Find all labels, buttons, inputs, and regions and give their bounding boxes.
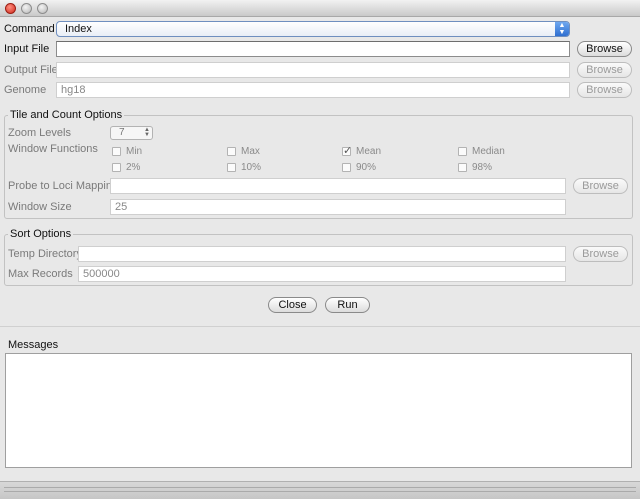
window-functions-label: Window Functions bbox=[8, 143, 98, 155]
input-file-label: Input File bbox=[4, 43, 50, 55]
min-checkbox[interactable] bbox=[112, 147, 121, 156]
mean-label: Mean bbox=[356, 146, 382, 157]
genome-label: Genome bbox=[4, 84, 47, 96]
mean-checkbox[interactable] bbox=[342, 144, 352, 157]
close-window-icon[interactable] bbox=[5, 3, 16, 14]
messages-label: Messages bbox=[8, 339, 59, 351]
tile-count-options-title: Tile and Count Options bbox=[8, 109, 125, 122]
p90-label: 90% bbox=[356, 162, 377, 173]
max-checkbox[interactable] bbox=[227, 147, 236, 156]
p90-checkbox[interactable] bbox=[342, 163, 351, 172]
output-file-field[interactable] bbox=[56, 62, 570, 78]
input-file-field[interactable] bbox=[56, 41, 570, 57]
probe-mapping-label: Probe to Loci Mapping bbox=[8, 180, 119, 192]
divider bbox=[0, 326, 640, 327]
p2-label: 2% bbox=[126, 162, 141, 173]
temp-directory-browse-button[interactable]: Browse bbox=[573, 246, 628, 262]
genome-field[interactable]: hg18 bbox=[56, 82, 570, 98]
p10-checkbox[interactable] bbox=[227, 163, 236, 172]
temp-directory-field[interactable] bbox=[78, 246, 566, 262]
p2-checkbox[interactable] bbox=[112, 163, 121, 172]
max-records-field[interactable]: 500000 bbox=[78, 266, 566, 282]
median-label: Median bbox=[472, 146, 505, 157]
temp-directory-label: Temp Directory bbox=[8, 248, 82, 260]
zoom-levels-label: Zoom Levels bbox=[8, 127, 71, 139]
input-file-browse-button[interactable]: Browse bbox=[577, 41, 632, 57]
command-select-value: Index bbox=[65, 23, 92, 35]
zoom-levels-spinner[interactable]: 7 ▲ ▼ bbox=[110, 126, 153, 140]
probe-mapping-browse-button[interactable]: Browse bbox=[573, 178, 628, 194]
genome-browse-button[interactable]: Browse bbox=[577, 82, 632, 98]
messages-area[interactable] bbox=[5, 353, 632, 468]
probe-mapping-field[interactable] bbox=[110, 178, 566, 194]
sort-options-title: Sort Options bbox=[8, 228, 74, 241]
maximize-window-icon[interactable] bbox=[37, 3, 48, 14]
status-bar-line bbox=[4, 487, 636, 488]
output-file-browse-button[interactable]: Browse bbox=[577, 62, 632, 78]
close-button[interactable]: Close bbox=[268, 297, 317, 313]
max-label: Max bbox=[241, 146, 260, 157]
select-arrows-icon: ▲ ▼ bbox=[555, 22, 569, 36]
spinner-arrows-icon[interactable]: ▲ ▼ bbox=[144, 127, 150, 138]
window-size-label: Window Size bbox=[8, 201, 72, 213]
window-size-field[interactable]: 25 bbox=[110, 199, 566, 215]
zoom-levels-value: 7 bbox=[119, 127, 125, 138]
command-label: Command bbox=[4, 23, 55, 35]
p98-checkbox[interactable] bbox=[458, 163, 467, 172]
minimize-window-icon[interactable] bbox=[21, 3, 32, 14]
max-records-label: Max Records bbox=[8, 268, 73, 280]
status-bar bbox=[0, 481, 640, 499]
p10-label: 10% bbox=[241, 162, 262, 173]
title-bar bbox=[0, 0, 640, 17]
min-label: Min bbox=[126, 146, 143, 157]
status-bar-line bbox=[4, 491, 636, 492]
output-file-label: Output File bbox=[4, 64, 58, 76]
command-select[interactable]: Index ▲ ▼ bbox=[56, 21, 570, 37]
run-button[interactable]: Run bbox=[325, 297, 370, 313]
p98-label: 98% bbox=[472, 162, 493, 173]
median-checkbox[interactable] bbox=[458, 147, 467, 156]
